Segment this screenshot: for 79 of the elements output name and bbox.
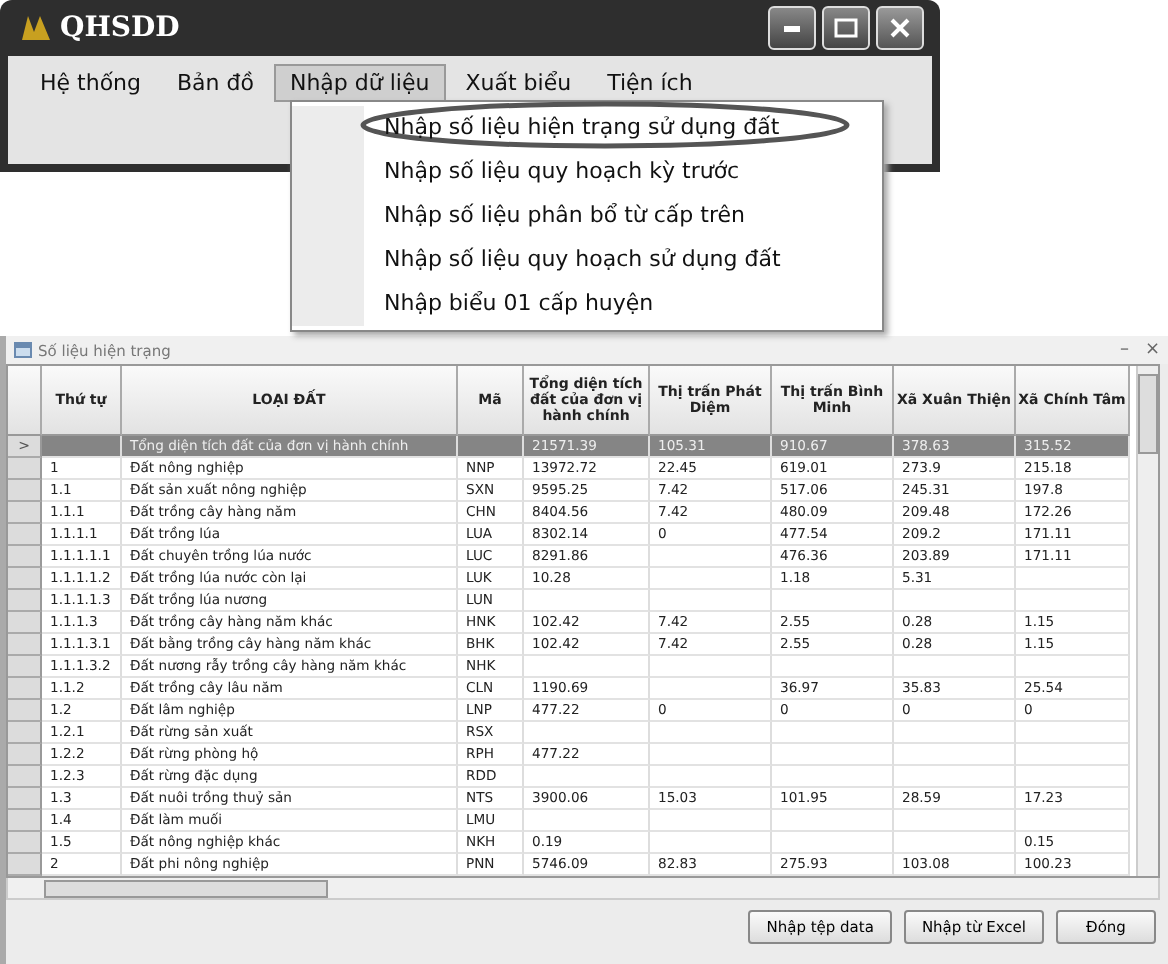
menu-item[interactable]: Bản đồ xyxy=(161,64,270,102)
table-cell xyxy=(650,810,772,832)
table-cell xyxy=(894,722,1016,744)
table-cell xyxy=(772,590,894,612)
table-cell xyxy=(524,590,650,612)
table-cell xyxy=(1016,568,1130,590)
menu-item[interactable]: Xuất biểu xyxy=(449,64,588,102)
table-cell xyxy=(524,766,650,788)
table-cell xyxy=(650,744,772,766)
table-cell xyxy=(650,722,772,744)
table-cell xyxy=(650,568,772,590)
row-selector[interactable] xyxy=(8,788,42,810)
table-cell xyxy=(772,744,894,766)
table-cell xyxy=(650,590,772,612)
row-selector[interactable] xyxy=(8,722,42,744)
row-selector[interactable] xyxy=(8,524,42,546)
row-selector[interactable] xyxy=(8,546,42,568)
app-logo-icon xyxy=(20,14,52,42)
minimize-button[interactable] xyxy=(768,6,816,50)
table-cell xyxy=(1016,766,1130,788)
table-cell xyxy=(650,656,772,678)
maximize-button[interactable] xyxy=(822,6,870,50)
horizontal-scrollbar[interactable] xyxy=(6,878,1160,900)
table-cell xyxy=(1016,656,1130,678)
table-cell xyxy=(650,766,772,788)
row-selector[interactable] xyxy=(8,568,42,590)
table-cell xyxy=(894,832,1016,854)
row-selector[interactable] xyxy=(8,766,42,788)
table-icon xyxy=(14,342,32,358)
table-cell xyxy=(894,590,1016,612)
close-button[interactable]: × xyxy=(1144,340,1160,360)
maximize-icon xyxy=(834,18,858,38)
menu-item[interactable]: Nhập dữ liệu xyxy=(273,64,446,102)
header-cell xyxy=(8,366,42,436)
table-cell xyxy=(650,678,772,700)
close-button[interactable] xyxy=(876,6,924,50)
table-cell xyxy=(772,832,894,854)
row-selector[interactable] xyxy=(8,744,42,766)
menu-item[interactable]: Hệ thống xyxy=(24,64,158,102)
table-cell xyxy=(772,656,894,678)
vertical-scrollbar[interactable] xyxy=(1136,366,1158,876)
table-cell xyxy=(524,810,650,832)
row-selector[interactable] xyxy=(8,612,42,634)
table-cell xyxy=(458,436,524,458)
dropdown-item[interactable]: Nhập số liệu quy hoạch kỳ trước xyxy=(292,150,882,194)
dropdown-item[interactable]: Nhập số liệu phân bổ từ cấp trên xyxy=(292,194,882,238)
table-cell xyxy=(894,656,1016,678)
dropdown-item[interactable]: Nhập số liệu hiện trạng sử dụng đất xyxy=(292,106,882,150)
row-selector[interactable] xyxy=(8,678,42,700)
row-selector[interactable] xyxy=(8,656,42,678)
close-icon xyxy=(888,16,912,40)
row-selector[interactable] xyxy=(8,634,42,656)
table-cell xyxy=(1016,590,1130,612)
table-cell xyxy=(650,546,772,568)
table-cell xyxy=(524,656,650,678)
row-selector[interactable] xyxy=(8,854,42,876)
table-cell xyxy=(894,810,1016,832)
row-selector[interactable] xyxy=(8,502,42,524)
minimize-icon xyxy=(784,25,800,31)
row-selector[interactable] xyxy=(8,458,42,480)
row-selector[interactable] xyxy=(8,832,42,854)
table-cell xyxy=(1016,744,1130,766)
table-cell xyxy=(894,744,1016,766)
row-selector[interactable] xyxy=(8,810,42,832)
table-cell xyxy=(524,722,650,744)
table-cell xyxy=(772,722,894,744)
table-cell xyxy=(894,766,1016,788)
table-cell xyxy=(42,436,122,458)
table-cell xyxy=(650,832,772,854)
table-cell xyxy=(772,810,894,832)
minimize-button[interactable]: – xyxy=(1119,340,1129,360)
menu-item[interactable]: Tiện ích xyxy=(591,64,709,102)
table-cell xyxy=(772,766,894,788)
table-cell xyxy=(1016,810,1130,832)
window-title: QHSDD xyxy=(60,12,180,44)
row-selector[interactable] xyxy=(8,590,42,612)
row-selector[interactable] xyxy=(8,700,42,722)
table-cell xyxy=(1016,722,1130,744)
row-selector[interactable] xyxy=(8,480,42,502)
